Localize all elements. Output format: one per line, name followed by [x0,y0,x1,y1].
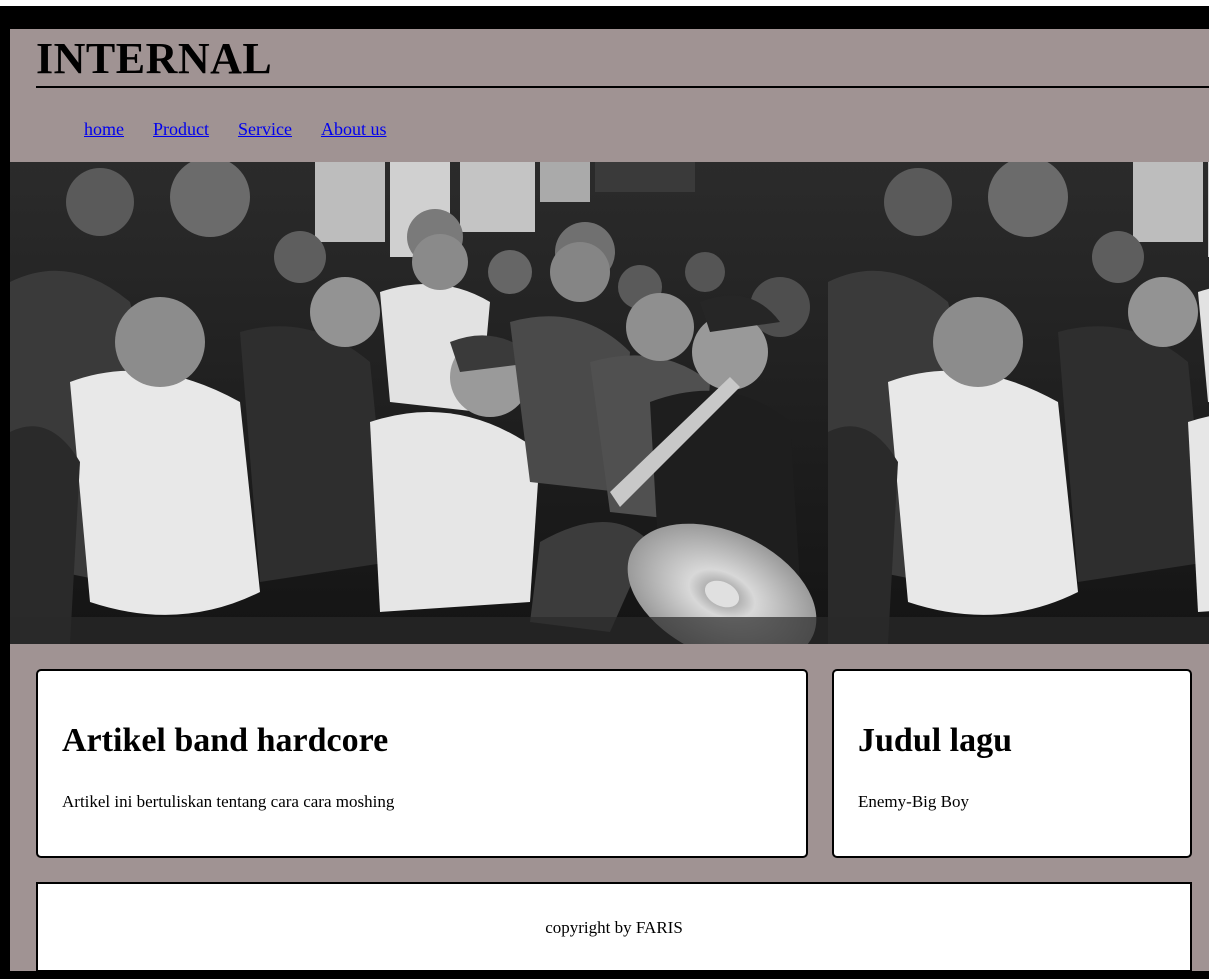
banner-image [10,162,1209,644]
song-title: Enemy-Big Boy [858,792,969,811]
article-body: Artikel ini bertuliskan tentang cara car… [62,792,395,811]
song-card: Judul lagu Enemy-Big Boy [832,669,1192,858]
footer: copyright by FARIS [36,882,1192,971]
article-card: Artikel band hardcore Artikel ini bertul… [36,669,808,858]
page-container: INTERNAL home Product Service About us A… [10,29,1209,971]
banner-photo [10,162,1209,644]
nav-link-about-us[interactable]: About us [321,119,387,140]
site-title: INTERNAL [36,34,273,83]
article-heading: Artikel band hardcore [62,722,389,759]
page-outer-border: INTERNAL home Product Service About us A… [0,6,1209,979]
nav-link-product[interactable]: Product [153,119,209,140]
nav-link-service[interactable]: Service [238,119,292,140]
song-heading: Judul lagu [858,722,1013,759]
footer-copyright: copyright by FARIS [545,918,683,937]
main-nav: home Product Service About us [84,119,387,140]
nav-link-home[interactable]: home [84,119,124,140]
header-divider [36,86,1209,88]
